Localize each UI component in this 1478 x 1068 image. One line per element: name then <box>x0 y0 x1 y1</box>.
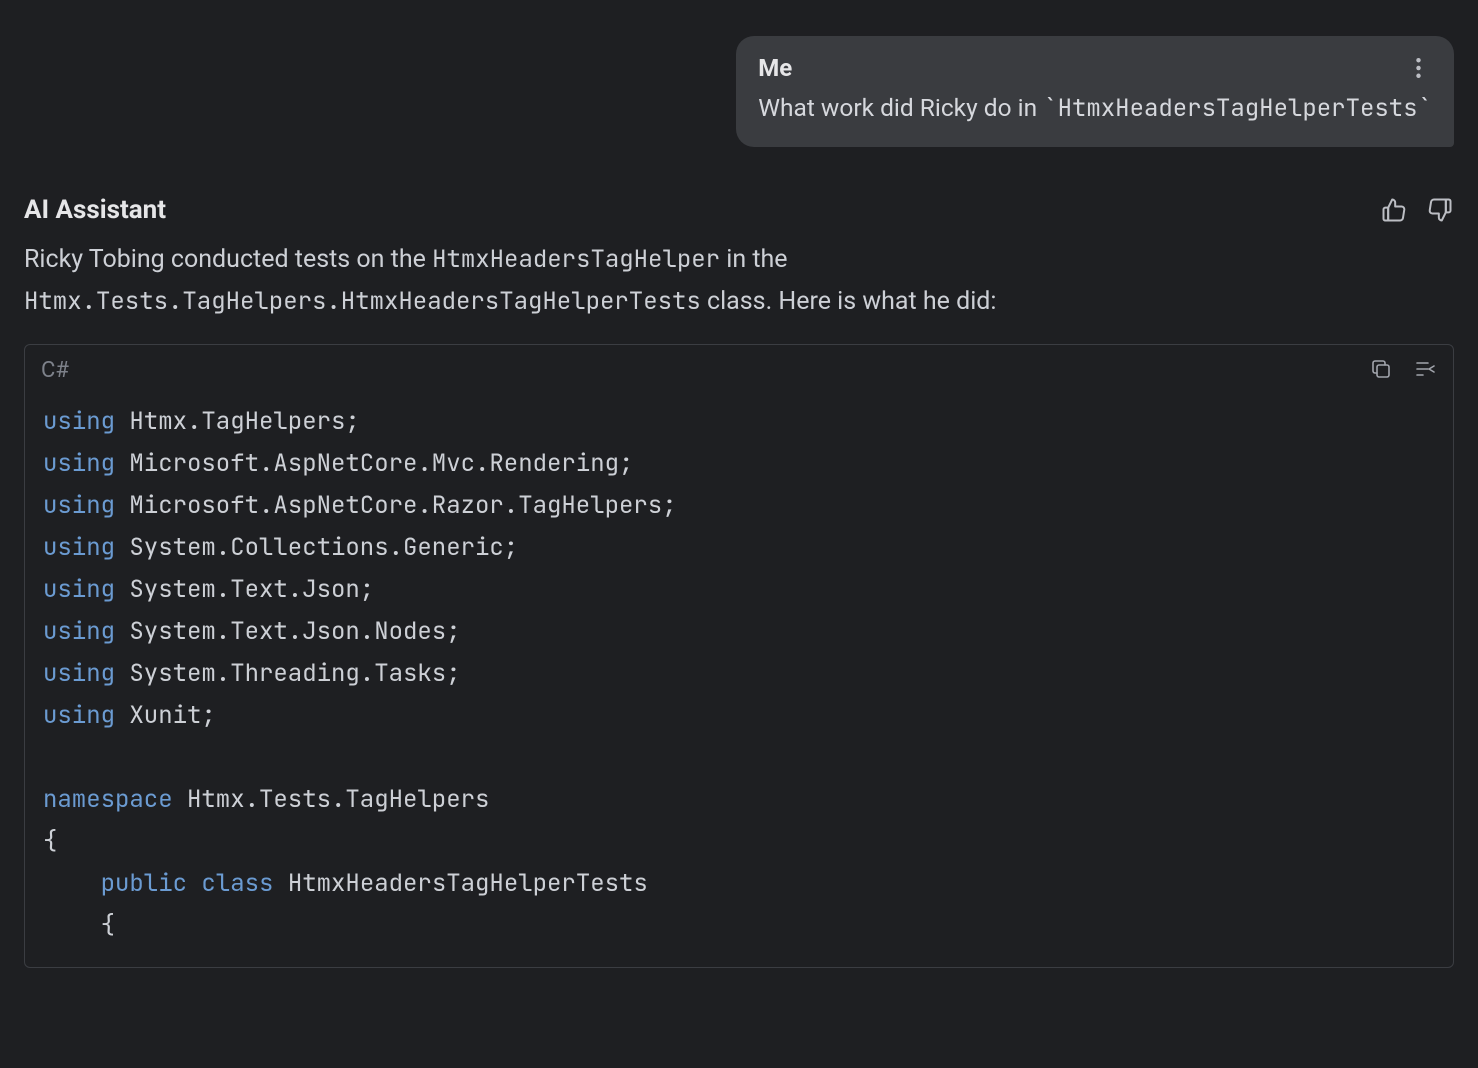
kebab-icon <box>1416 58 1421 78</box>
code-block-actions <box>1369 357 1437 385</box>
thumbs-down-button[interactable] <box>1426 196 1454 224</box>
kw: using <box>43 658 115 689</box>
kw: using <box>43 574 115 605</box>
user-message-row: Me What work did Ricky do in `HtmxHeader… <box>24 36 1454 147</box>
chat-container: Me What work did Ricky do in `HtmxHeader… <box>0 0 1478 968</box>
code-language-label: C# <box>41 358 69 383</box>
kw: public <box>101 868 187 899</box>
assistant-label: AI Assistant <box>24 195 166 225</box>
thumbs-up-button[interactable] <box>1380 196 1408 224</box>
resp-line2-code: Htmx.Tests.TagHelpers.HtmxHeadersTagHelp… <box>24 286 701 317</box>
code-block-header: C# <box>25 345 1453 391</box>
code-text: HtmxHeadersTagHelperTests <box>273 868 647 899</box>
assistant-response-text: Ricky Tobing conducted tests on the Htmx… <box>24 239 1454 324</box>
kw: class <box>201 868 273 899</box>
code-text: System.Text.Json.Nodes; <box>115 616 461 647</box>
code-content[interactable]: using Htmx.TagHelpers; using Microsoft.A… <box>25 391 1453 967</box>
kw: using <box>43 532 115 563</box>
code-block: C# using Htmx.TagHelper <box>24 344 1454 968</box>
user-message-menu-button[interactable] <box>1404 54 1432 82</box>
code-text: System.Threading.Tasks; <box>115 658 461 689</box>
thumbs-up-icon <box>1380 196 1408 224</box>
kw: using <box>43 490 115 521</box>
user-message-text: What work did Ricky do in `HtmxHeadersTa… <box>758 90 1432 127</box>
code-text: Htmx.Tests.TagHelpers <box>173 784 490 815</box>
code-text: { <box>43 910 115 941</box>
insert-icon <box>1413 357 1437 381</box>
feedback-buttons <box>1380 196 1454 224</box>
user-name-label: Me <box>758 54 792 82</box>
kw: using <box>43 448 115 479</box>
code-text: System.Text.Json; <box>115 574 374 605</box>
insert-code-button[interactable] <box>1413 357 1437 385</box>
resp-line1-suffix: in the <box>720 245 788 274</box>
resp-line2-suffix: class. Here is what he did: <box>701 287 997 316</box>
code-text <box>43 868 101 899</box>
copy-code-button[interactable] <box>1369 357 1393 385</box>
code-text: Htmx.TagHelpers; <box>115 406 360 437</box>
kw: using <box>43 700 115 731</box>
copy-icon <box>1369 357 1393 381</box>
user-message-bubble: Me What work did Ricky do in `HtmxHeader… <box>736 36 1454 147</box>
code-text: Microsoft.AspNetCore.Razor.TagHelpers; <box>115 490 677 521</box>
resp-line1-prefix: Ricky Tobing conducted tests on the <box>24 245 432 274</box>
code-text: System.Collections.Generic; <box>115 532 518 563</box>
kw: namespace <box>43 784 173 815</box>
user-text-prefix: What work did Ricky do in <box>758 93 1043 122</box>
kw: using <box>43 406 115 437</box>
code-text: Xunit; <box>115 700 216 731</box>
thumbs-down-icon <box>1426 196 1454 224</box>
kw: using <box>43 616 115 647</box>
code-text: Microsoft.AspNetCore.Mvc.Rendering; <box>115 448 633 479</box>
assistant-header: AI Assistant <box>24 195 1454 225</box>
user-message-header: Me <box>758 54 1432 82</box>
code-text: { <box>43 826 57 857</box>
resp-line1-code: HtmxHeadersTagHelper <box>432 244 720 275</box>
user-text-code: `HtmxHeadersTagHelperTests` <box>1043 93 1432 124</box>
